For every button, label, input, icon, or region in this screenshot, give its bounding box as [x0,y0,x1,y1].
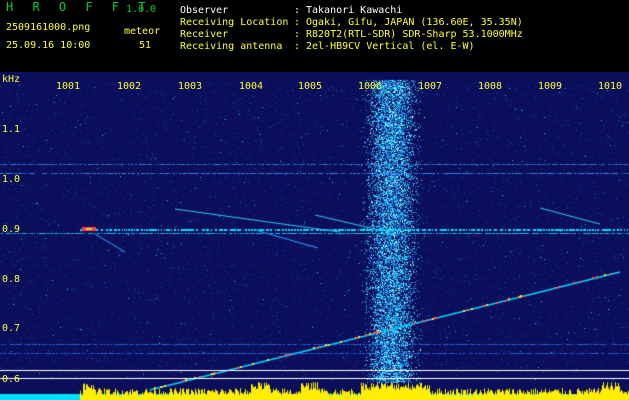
field-antenna-value: 2el-HB9CV Vertical (el. E-W) [306,41,475,52]
field-observer-value: Takanori Kawachi [306,5,403,16]
header-panel: H R O F F T 1.0.0 2509161000.png 25.09.1… [0,0,629,72]
freq-tick: 1.0 [2,174,21,185]
freq-tick: 0.7 [2,323,21,334]
time-tick: 1002 [117,81,142,92]
field-location-value: Ogaki, Gifu, JAPAN (136.60E, 35.35N) [306,17,523,28]
time-tick: 1004 [239,81,264,92]
time-tick: 1006 [358,81,383,92]
freq-tick: 1.1 [2,124,21,135]
timestamp-label: 25.09.16 10:00 [6,40,91,51]
field-antenna-sep: : [294,41,301,52]
field-observer-label: Observer [180,5,229,16]
time-tick: 1008 [478,81,503,92]
app-version: 1.0.0 [126,4,157,15]
field-receiver-sep: : [294,29,301,40]
field-location-sep: : [294,17,301,28]
field-antenna-label: Receiving antenna [180,41,283,52]
freq-tick: 0.9 [2,224,21,235]
freq-tick: 0.8 [2,274,21,285]
meteor-count: 51 [139,40,152,51]
time-tick: 1005 [298,81,323,92]
time-tick: 1007 [418,81,443,92]
field-receiver-label: Receiver [180,29,229,40]
field-receiver-value: R820T2(RTL-SDR) SDR-Sharp 53.1000MHz [306,29,523,40]
time-tick: 1001 [56,81,81,92]
meteor-label: meteor [124,26,161,37]
time-tick: 1010 [598,81,623,92]
filename-label: 2509161000.png [6,22,91,33]
time-tick: 1003 [178,81,203,92]
field-location-label: Receiving Location [180,17,289,28]
spectrogram-canvas [0,72,629,400]
field-observer-sep: : [294,5,301,16]
time-tick: 1009 [538,81,563,92]
freq-tick: 0.6 [2,374,21,385]
y-unit-label: kHz [2,74,21,85]
